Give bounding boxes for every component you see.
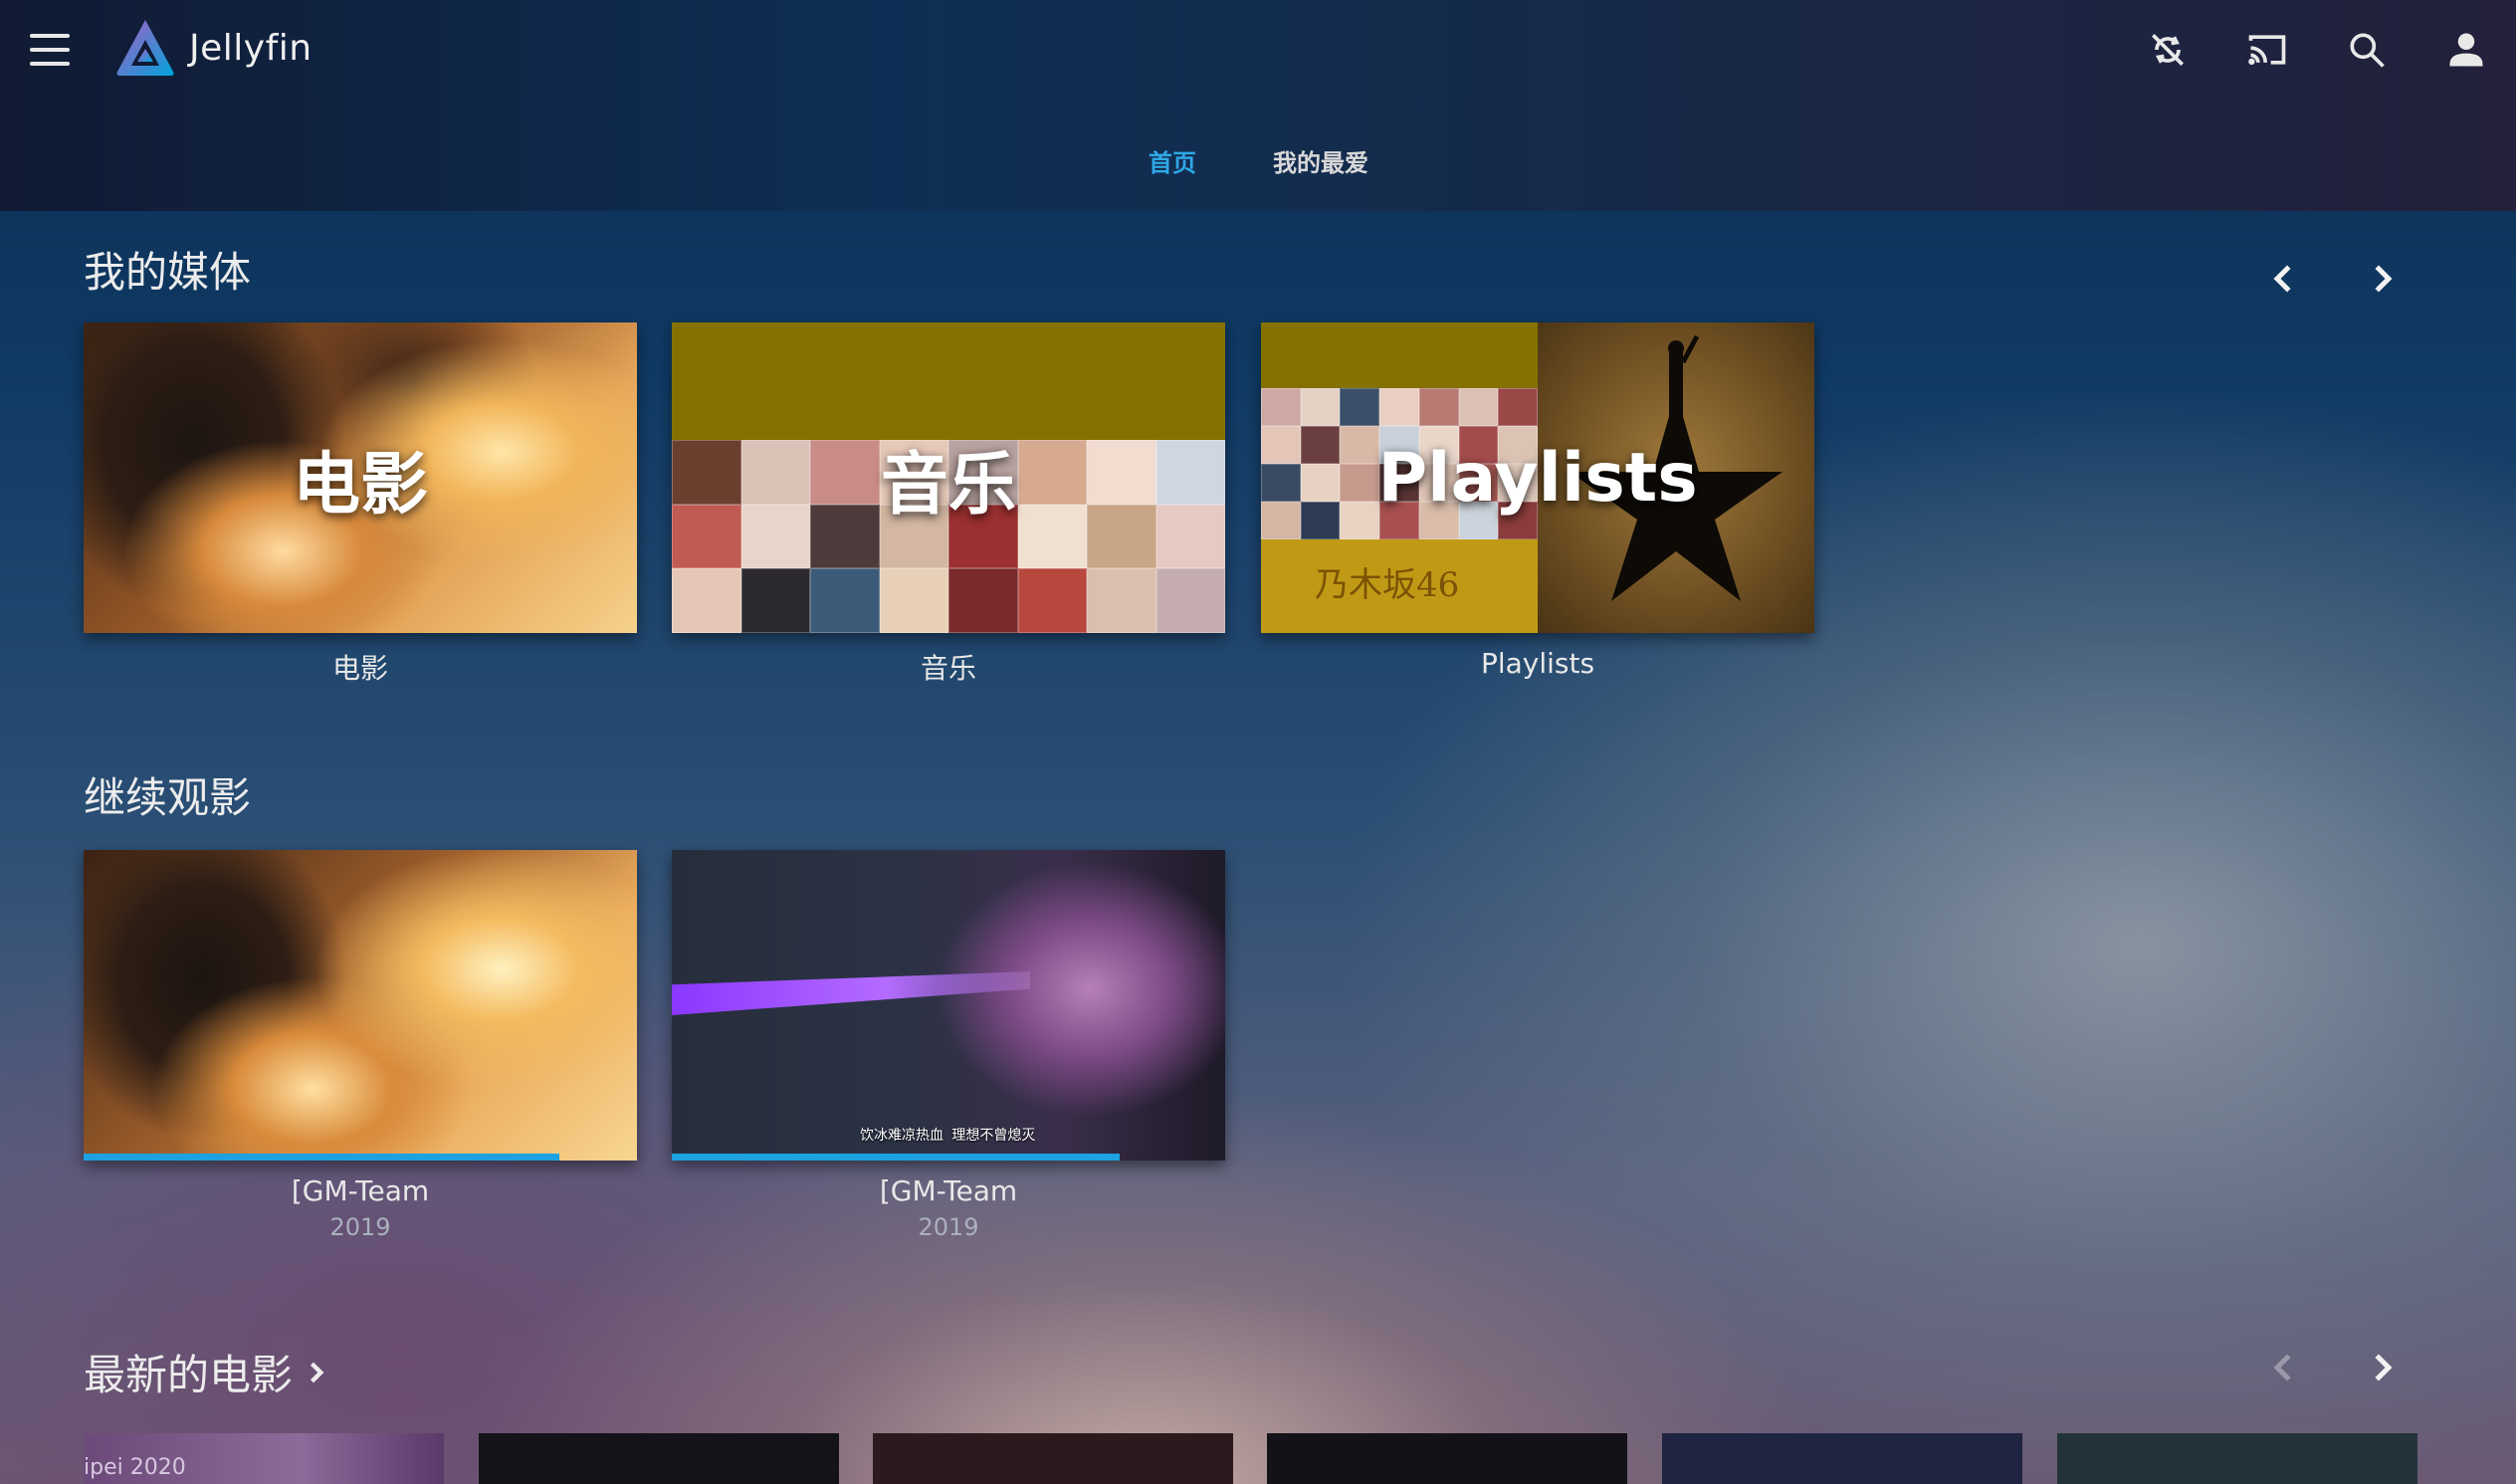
chevron-right-icon (2375, 1354, 2393, 1381)
resume-card[interactable]: [GM-Team 2019 (84, 850, 637, 1241)
jellyfin-logo-icon (116, 20, 174, 76)
user-button[interactable] (2416, 20, 2516, 80)
tab-favorites[interactable]: 我的最爱 (1273, 139, 1368, 188)
library-image-playlists: 乃木坂46 Playlists (1261, 322, 1814, 633)
movie-card[interactable] (1267, 1433, 1627, 1484)
sync-button[interactable] (2118, 20, 2217, 80)
search-button[interactable] (2317, 20, 2416, 80)
latest-movies-link[interactable]: 最新的电影 (84, 1342, 330, 1402)
chevron-right-icon (2375, 265, 2393, 293)
light-beam (672, 971, 1030, 1015)
tab-home[interactable]: 首页 (1149, 139, 1196, 188)
video-subtitle-text: 饮冰难凉热血 理想不曾熄灭 (860, 1128, 1036, 1144)
menu-button[interactable] (28, 30, 72, 70)
library-image-movies: 电影 (84, 322, 637, 633)
library-card-movies[interactable]: 电影 电影 (84, 322, 637, 687)
chevron-right-icon (310, 1362, 324, 1382)
my-media-scroll (2259, 255, 2407, 303)
resume-thumbnail: 饮冰难凉热血 理想不曾熄灭 (672, 850, 1225, 1161)
resume-title: [GM-Team (291, 1174, 430, 1207)
sync-disabled-icon (2152, 34, 2184, 66)
watch-progress-bar (84, 1154, 560, 1161)
menu-icon-bar (30, 34, 70, 38)
menu-icon-bar (30, 48, 70, 52)
library-label: 音乐 (920, 652, 976, 685)
app-name: Jellyfin (189, 27, 313, 69)
movie-card[interactable] (479, 1433, 839, 1484)
app-header: Jellyfin 首页 我的最爱 (0, 0, 2516, 211)
resume-title: [GM-Team (879, 1174, 1018, 1207)
resume-thumbnail (84, 850, 637, 1161)
movie-card[interactable] (873, 1433, 1233, 1484)
movie-card-text: ipei 2020 (84, 1455, 186, 1480)
watch-progress-bar (672, 1154, 1121, 1161)
latest-movies-title: 最新的电影 (84, 1351, 294, 1399)
chevron-left-icon (2273, 1354, 2291, 1381)
home-tabs: 首页 我的最爱 (0, 139, 2516, 188)
library-label: Playlists (1480, 647, 1595, 680)
library-label: 电影 (331, 652, 388, 685)
library-overlay-title: 电影 (292, 445, 428, 525)
my-media-title: 我的媒体 (84, 248, 252, 297)
search-icon (2350, 33, 2385, 68)
resume-year: 2019 (329, 1213, 391, 1241)
library-image-music: 音乐 (672, 322, 1225, 633)
continue-watching-title: 继续观影 (84, 773, 252, 822)
scroll-left-button[interactable] (2259, 1344, 2307, 1391)
cast-icon (2248, 35, 2286, 66)
movie-card[interactable]: ipei 2020 (84, 1433, 444, 1484)
scroll-right-button[interactable] (2359, 255, 2407, 303)
header-actions (2118, 20, 2516, 80)
library-overlay-title: 音乐 (880, 445, 1016, 525)
movie-card[interactable] (2057, 1433, 2417, 1484)
chevron-left-icon (2273, 265, 2291, 293)
library-card-playlists[interactable]: 乃木坂46 Playlists Playlists (1261, 322, 1814, 680)
scroll-right-button[interactable] (2359, 1344, 2407, 1391)
scroll-left-button[interactable] (2259, 255, 2307, 303)
resume-year: 2019 (918, 1213, 979, 1241)
movie-card[interactable] (1662, 1433, 2022, 1484)
cast-button[interactable] (2217, 20, 2317, 80)
latest-movies-scroll (2259, 1344, 2407, 1391)
library-card-music[interactable]: 音乐 音乐 (672, 322, 1225, 687)
app-logo[interactable]: Jellyfin (113, 16, 313, 80)
user-icon (2449, 33, 2483, 67)
menu-icon-bar (30, 62, 70, 66)
resume-card[interactable]: 饮冰难凉热血 理想不曾熄灭 [GM-Team 2019 (672, 850, 1225, 1241)
library-overlay-title: Playlists (1377, 438, 1698, 518)
